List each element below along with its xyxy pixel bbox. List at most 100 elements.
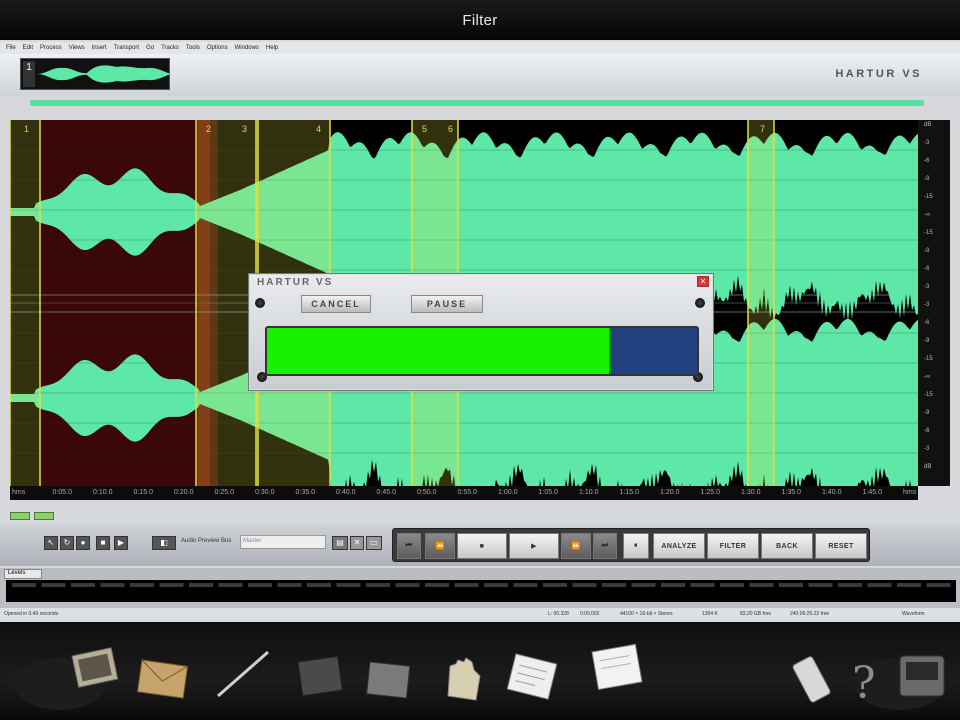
window-title: Filter — [0, 0, 960, 40]
levels-tab[interactable]: Levels — [4, 569, 42, 579]
db-tick: -9 — [924, 176, 930, 182]
play-button[interactable]: ▶ — [509, 533, 559, 559]
menu-item-insert[interactable]: Insert — [92, 45, 107, 51]
menu-bar: File Edit Process Views Insert Transport Go Tra… — [0, 42, 960, 54]
time-tick: 1:20.0 — [660, 489, 680, 496]
db-tick: -3 — [924, 284, 930, 290]
hint-icon[interactable]: ? — [852, 658, 876, 709]
fast-forward-button[interactable]: ⏩ — [561, 533, 591, 559]
db-tick: dB — [924, 464, 932, 470]
marker-region[interactable] — [748, 120, 774, 486]
go-to-end-button[interactable]: ⏭ — [593, 533, 617, 559]
menu-item-process[interactable]: Process — [40, 45, 62, 51]
envelope-icon[interactable] — [136, 659, 189, 699]
select-tool-icon[interactable]: ↖ — [44, 536, 58, 550]
dialog-title: HARTUR VS — [257, 277, 334, 288]
pause-button[interactable]: ⏸ — [623, 533, 649, 559]
db-tick: -15 — [924, 356, 933, 362]
marker-label[interactable]: 4 — [316, 124, 321, 134]
db-tick: -6 — [924, 320, 930, 326]
screw-icon — [255, 298, 265, 308]
letter-icon[interactable] — [591, 643, 643, 691]
marker-label[interactable]: 6 — [448, 124, 453, 134]
marker-label[interactable]: 3 — [242, 124, 247, 134]
time-tick: 1:00.0 — [498, 489, 518, 496]
marker-region[interactable] — [10, 120, 40, 486]
slate-icon[interactable] — [297, 655, 343, 697]
overview-bar[interactable] — [30, 100, 924, 106]
marker-label[interactable]: 1 — [24, 124, 29, 134]
time-tick: 1:15.0 — [619, 489, 639, 496]
menu-item-file[interactable]: File — [6, 45, 16, 51]
status-message: Opened in 0.49 seconds — [4, 611, 59, 617]
close-preview-icon[interactable]: ✕ — [350, 536, 364, 550]
time-tick: 0:20.0 — [174, 489, 194, 496]
document-icon[interactable] — [506, 653, 558, 700]
time-tick: 1:45.0 — [862, 489, 882, 496]
stop-small-icon[interactable]: ■ — [96, 536, 110, 550]
cancel-button[interactable]: CANCEL — [301, 295, 371, 313]
status-mode: Waveform — [902, 611, 925, 617]
record-icon[interactable]: ● — [76, 536, 90, 550]
time-tick: 1:10.0 — [579, 489, 599, 496]
note-icon[interactable] — [366, 661, 411, 699]
time-tick: 1:30.0 — [741, 489, 761, 496]
time-tick: 0:45.0 — [376, 489, 396, 496]
menu-item-help[interactable]: Help — [266, 45, 278, 51]
track-thumbnail[interactable]: 1 — [20, 58, 171, 90]
db-tick: -15 — [924, 194, 933, 200]
inventory-bar: ? — [0, 622, 960, 720]
audio-preview-select[interactable]: Master — [240, 535, 326, 549]
wand-icon[interactable] — [217, 650, 269, 698]
analyze-button[interactable]: ANALYZE — [653, 533, 705, 559]
scroll-left-button[interactable] — [10, 512, 30, 520]
track-number: 1 — [23, 61, 35, 87]
loop-icon[interactable]: ↻ — [60, 536, 74, 550]
back-button[interactable]: BACK — [761, 533, 813, 559]
rewind-button[interactable]: ⏪ — [425, 533, 455, 559]
stop-button[interactable]: ■ — [457, 533, 507, 559]
status-bar: Opened in 0.49 seconds L: 00.328 0:00.00… — [0, 608, 960, 620]
go-to-start-button[interactable]: ⏮ — [397, 533, 421, 559]
menu-item-edit[interactable]: Edit — [23, 45, 33, 51]
time-tick: 0:15.0 — [133, 489, 153, 496]
filter-button[interactable]: FILTER — [707, 533, 759, 559]
phone-icon[interactable] — [792, 656, 831, 703]
menu-item-tools[interactable]: Tools — [186, 45, 200, 51]
progress-fill — [267, 328, 611, 374]
menu-item-views[interactable]: Views — [69, 45, 85, 51]
gloves-icon[interactable] — [447, 657, 481, 701]
scroll-right-button[interactable] — [34, 512, 54, 520]
menu-item-tracks[interactable]: Tracks — [161, 45, 179, 51]
db-tick: -3 — [924, 446, 930, 452]
time-tick: hms — [903, 489, 917, 496]
db-tick: -∞ — [924, 212, 931, 218]
menu-item-options[interactable]: Options — [207, 45, 228, 51]
db-tick: dB — [924, 122, 932, 128]
preview-icon[interactable]: ◧ — [152, 536, 176, 550]
time-tick: 0:40.0 — [336, 489, 356, 496]
db-tick: -9 — [924, 410, 930, 416]
marker-label[interactable]: 7 — [760, 124, 765, 134]
settings-icon[interactable]: ▭ — [366, 536, 382, 550]
mixer-icon[interactable]: ▤ — [332, 536, 348, 550]
status-rate: 1304 K — [702, 611, 718, 617]
audio-preview-label: Audio Preview Bus — [181, 538, 232, 544]
menu-item-go[interactable]: Go — [146, 45, 154, 51]
status-format: 44100 × 16-bit × Stereo — [620, 611, 673, 617]
menu-item-windows[interactable]: Windows — [235, 45, 259, 51]
menu-item-transport[interactable]: Transport — [114, 45, 139, 51]
reset-button[interactable]: RESET — [815, 533, 867, 559]
photo-icon[interactable] — [71, 647, 119, 688]
marker-label[interactable]: 5 — [422, 124, 427, 134]
pause-dialog-button[interactable]: PAUSE — [411, 295, 483, 313]
status-disk1: 83.20 GB free — [740, 611, 772, 617]
close-icon[interactable]: ✕ — [697, 276, 709, 287]
device-icon[interactable] — [899, 655, 945, 697]
db-tick: -∞ — [924, 374, 931, 380]
marker-label[interactable]: 2 — [206, 124, 211, 134]
db-tick: -3 — [924, 302, 930, 308]
time-tick: 1:05.0 — [538, 489, 558, 496]
play-small-icon[interactable]: ▶ — [114, 536, 128, 550]
time-tick: 0:10.0 — [93, 489, 113, 496]
